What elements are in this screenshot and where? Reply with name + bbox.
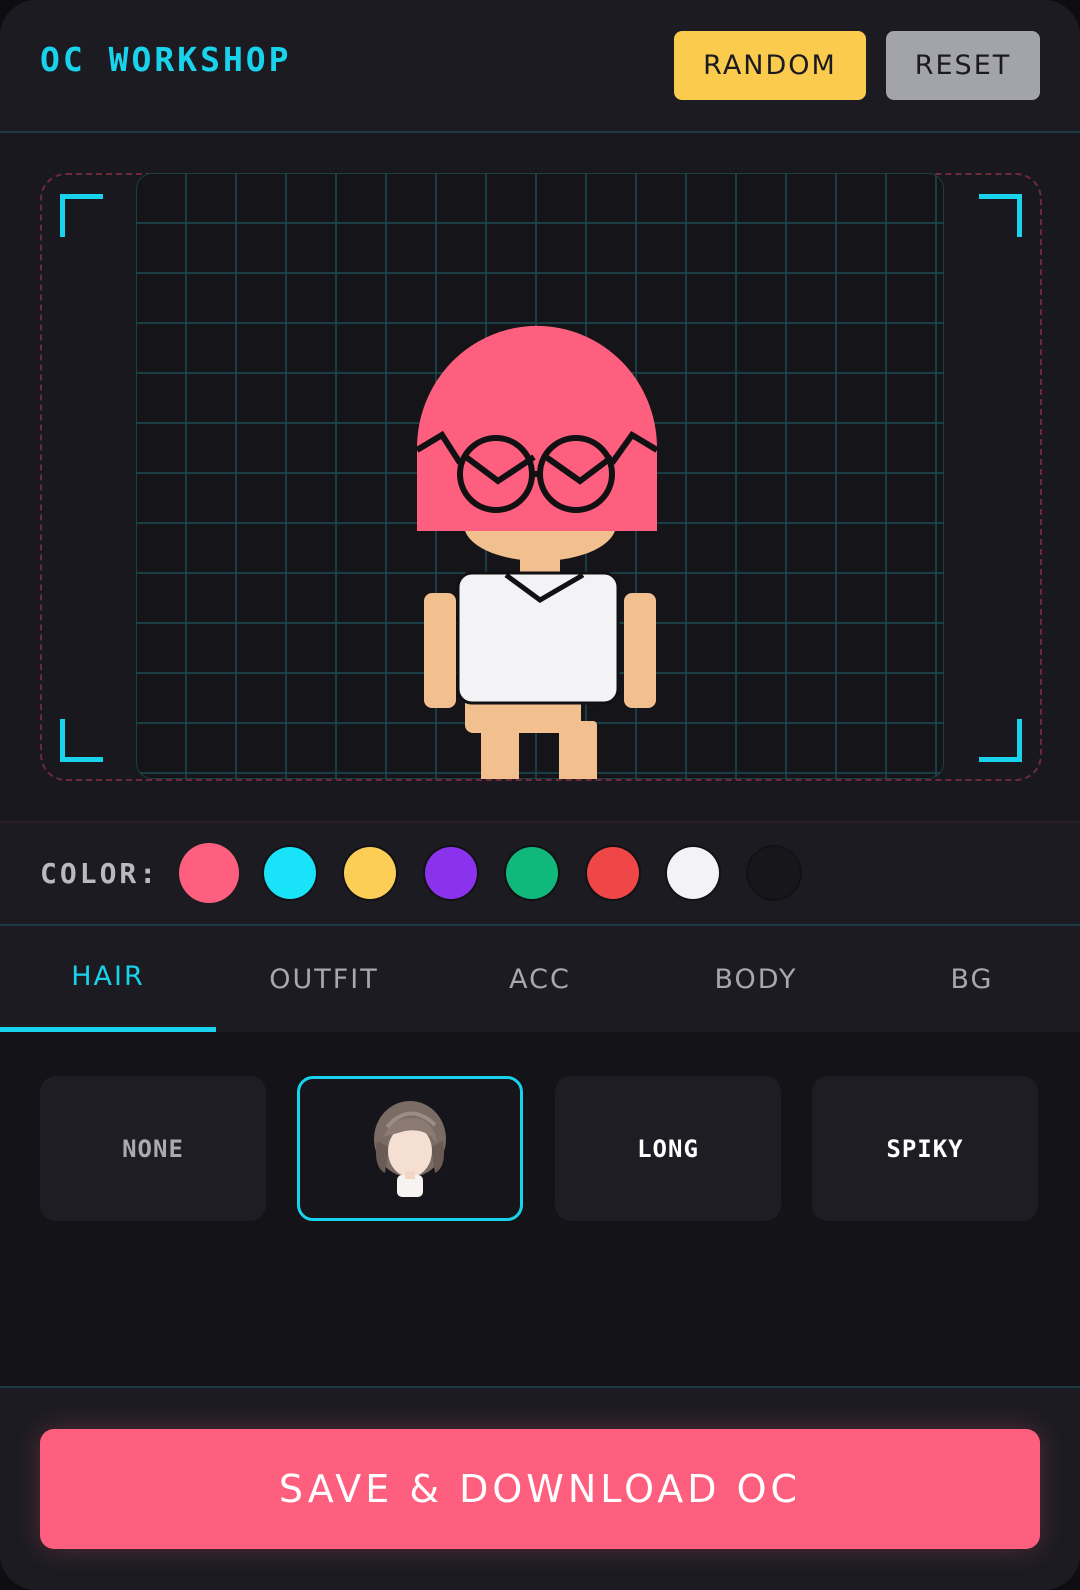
category-tabs: HAIR OUTFIT ACC BODY BG (0, 926, 1080, 1032)
tab-body[interactable]: BODY (648, 926, 864, 1032)
option-none[interactable]: NONE (40, 1076, 266, 1221)
color-swatch[interactable] (344, 847, 397, 899)
corner-bracket-bottom-right (979, 719, 1022, 762)
option-spiky[interactable]: SPIKY (812, 1076, 1038, 1221)
tab-outfit[interactable]: OUTFIT (216, 926, 432, 1032)
color-swatch[interactable] (179, 843, 239, 903)
color-swatch[interactable] (667, 847, 720, 899)
right-arm (624, 593, 656, 708)
tab-acc[interactable]: ACC (432, 926, 648, 1032)
footer: SAVE & DOWNLOAD OC (0, 1388, 1080, 1590)
color-label: COLOR: (40, 857, 160, 890)
hair-thumbnail-icon (374, 1100, 446, 1197)
random-button[interactable]: RANDOM (674, 31, 866, 100)
corner-bracket-top-left (60, 194, 103, 237)
option-hair-bob[interactable] (297, 1076, 523, 1221)
app-title: OC WORKSHOP (40, 40, 292, 79)
tab-hair[interactable]: HAIR (0, 926, 216, 1032)
color-picker: COLOR: (0, 823, 1080, 926)
corner-bracket-top-right (979, 194, 1022, 237)
color-swatch[interactable] (747, 847, 800, 899)
character-canvas (136, 173, 944, 779)
torso-shirt (456, 571, 620, 705)
corner-bracket-bottom-left (60, 719, 103, 762)
color-swatch[interactable] (586, 847, 639, 899)
preview-stage (0, 133, 1080, 823)
option-grid: NONE LONG SPIKY (0, 1032, 1080, 1388)
color-swatch[interactable] (425, 847, 478, 899)
save-download-button[interactable]: SAVE & DOWNLOAD OC (40, 1429, 1040, 1549)
option-long[interactable]: LONG (555, 1076, 781, 1221)
tab-bg[interactable]: BG (864, 926, 1080, 1032)
reset-button[interactable]: RESET (886, 31, 1040, 100)
color-swatch[interactable] (505, 847, 558, 899)
oc-workshop-app: OC WORKSHOP RANDOM RESET COLOR: HAIR OUT… (0, 0, 1080, 1590)
color-swatch[interactable] (263, 847, 316, 899)
header: OC WORKSHOP RANDOM RESET (0, 0, 1080, 133)
left-arm (424, 593, 456, 708)
